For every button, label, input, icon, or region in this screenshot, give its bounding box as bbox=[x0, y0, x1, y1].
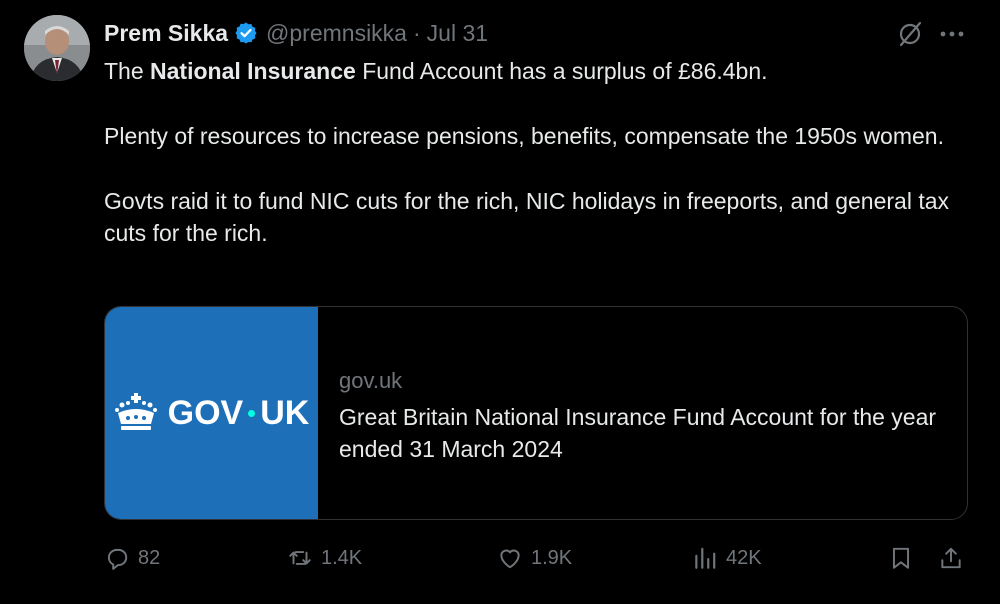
card-title: Great Britain National Insurance Fund Ac… bbox=[339, 404, 937, 462]
more-icon[interactable] bbox=[936, 22, 968, 46]
bookmark-button[interactable] bbox=[888, 541, 914, 575]
grok-icon[interactable] bbox=[896, 20, 924, 48]
views-count: 42K bbox=[726, 546, 762, 569]
tweet-paragraph-1: The National Insurance Fund Account has … bbox=[104, 58, 768, 84]
share-button[interactable] bbox=[938, 541, 964, 575]
govuk-logo-text-right: UK bbox=[260, 393, 310, 432]
reply-icon bbox=[107, 548, 128, 570]
repost-icon bbox=[289, 551, 311, 565]
tweet: Prem Sikka @premnsikka · Jul 31 The Nati… bbox=[0, 0, 1000, 604]
bookmark-icon bbox=[892, 547, 910, 569]
repost-button[interactable]: 1.4K bbox=[287, 541, 362, 575]
repost-count: 1.4K bbox=[321, 546, 363, 569]
bold-phrase: National Insurance bbox=[150, 58, 356, 84]
card-thumbnail: GOV UK bbox=[105, 307, 318, 519]
like-count: 1.9K bbox=[531, 546, 573, 569]
views-button[interactable]: 42K bbox=[692, 541, 762, 575]
avatar[interactable] bbox=[24, 15, 90, 81]
verified-badge-icon bbox=[234, 21, 258, 45]
crown-icon bbox=[114, 393, 158, 433]
action-bar: 82 1.4K 1.9K 42K bbox=[104, 541, 968, 575]
govuk-logo-text-left: GOV bbox=[167, 393, 244, 432]
tweet-paragraph-3: Govts raid it to fund NIC cuts for the r… bbox=[104, 188, 950, 246]
views-icon bbox=[695, 547, 716, 569]
card-domain: gov.uk bbox=[339, 368, 403, 393]
tweet-date[interactable]: Jul 31 bbox=[427, 20, 488, 47]
tweet-header: Prem Sikka @premnsikka · Jul 31 bbox=[104, 18, 488, 48]
tweet-text: The National Insurance Fund Account has … bbox=[104, 55, 974, 249]
tweet-paragraph-2: Plenty of resources to increase pensions… bbox=[104, 123, 944, 149]
govuk-logo: GOV UK bbox=[114, 393, 310, 433]
reply-count: 82 bbox=[138, 546, 161, 569]
like-button[interactable]: 1.9K bbox=[497, 541, 572, 575]
share-icon bbox=[941, 547, 961, 569]
reply-button[interactable]: 82 bbox=[104, 541, 160, 575]
link-card[interactable]: GOV UK gov.uk Great Britain National Insu… bbox=[104, 306, 968, 520]
card-body: gov.uk Great Britain National Insurance … bbox=[318, 307, 939, 519]
display-name[interactable]: Prem Sikka bbox=[104, 20, 228, 47]
like-icon bbox=[500, 549, 520, 569]
separator-dot: · bbox=[412, 19, 421, 46]
handle[interactable]: @premnsikka bbox=[266, 20, 407, 47]
govuk-dot bbox=[248, 409, 256, 417]
